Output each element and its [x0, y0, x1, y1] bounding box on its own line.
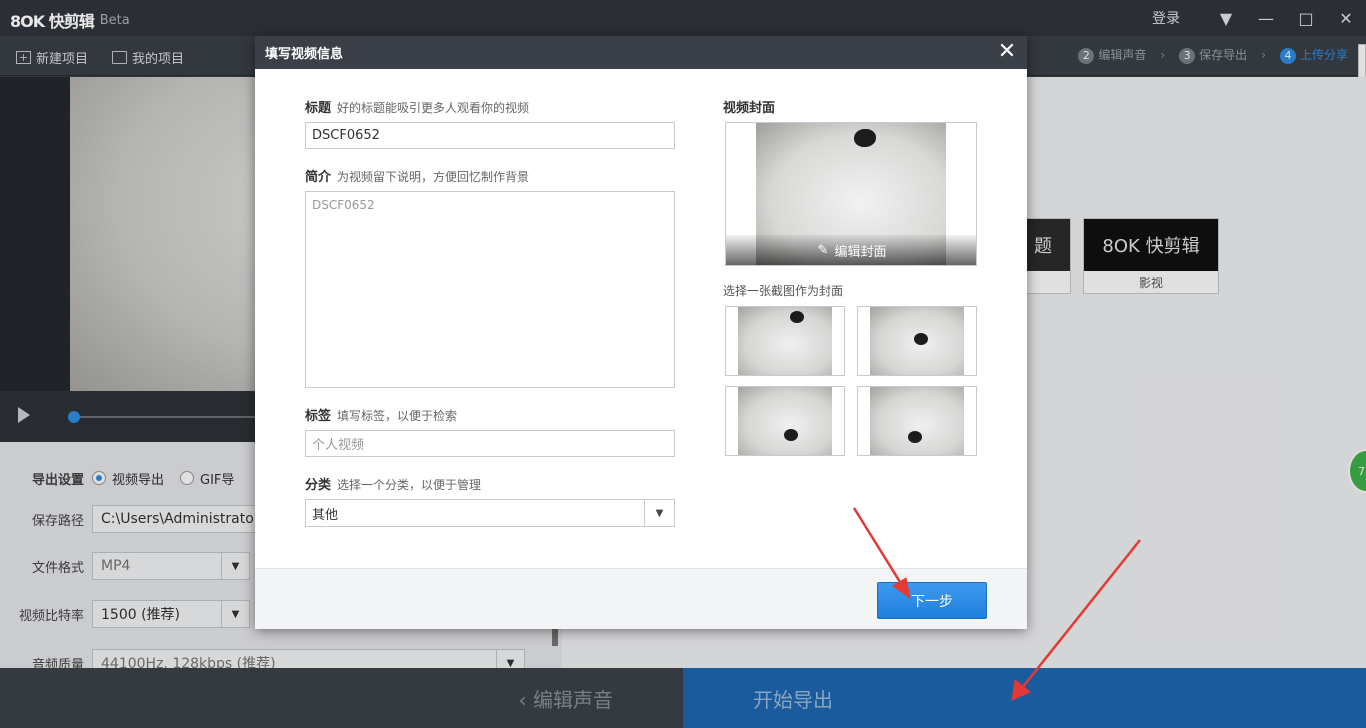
cover-candidate[interactable] — [857, 386, 977, 456]
cover-candidate[interactable] — [725, 386, 845, 456]
cover-candidate-image — [870, 307, 964, 375]
beta-label: Beta — [99, 12, 130, 28]
close-icon[interactable]: ✕ — [997, 41, 1017, 63]
category-select[interactable]: 其他 ▼ — [305, 499, 675, 527]
cover-candidate-image — [738, 387, 832, 455]
minimize-icon[interactable]: — — [1246, 0, 1286, 36]
edit-cover-button[interactable]: ✎ 编辑封面 — [726, 235, 976, 265]
cover-candidate-image — [870, 387, 964, 455]
turtle-shape — [784, 429, 798, 441]
pick-cover-label: 选择一张截图作为封面 — [723, 284, 844, 298]
dialog-title: 填写视频信息 — [265, 47, 344, 62]
dialog-header: 填写视频信息 — [255, 36, 1027, 69]
title-field-label: 标题 好的标题能吸引更多人观看你的视频 — [305, 101, 530, 116]
title-bar: 8OK 快剪辑 Beta 登录 ▼ — □ ✕ — [0, 0, 1366, 36]
pencil-icon: ✎ — [817, 242, 829, 258]
turtle-shape — [854, 129, 876, 147]
tags-input[interactable]: 个人视频 — [305, 430, 675, 457]
intro-textarea[interactable]: DSCF0652 — [305, 191, 675, 388]
cover-title: 视频封面 — [723, 101, 776, 116]
app-logo-text: 8OK 快剪辑 — [10, 12, 95, 31]
next-button[interactable]: 下一步 — [877, 582, 987, 619]
turtle-shape — [914, 333, 928, 345]
turtle-shape — [908, 431, 922, 443]
cover-candidate[interactable] — [725, 306, 845, 376]
cover-candidate[interactable] — [857, 306, 977, 376]
maximize-icon[interactable]: □ — [1286, 0, 1326, 36]
intro-field-label: 简介 为视频留下说明，方便回忆制作背景 — [305, 170, 530, 185]
app-logo: 8OK 快剪辑 Beta — [10, 8, 130, 32]
login-link[interactable]: 登录 — [1152, 8, 1180, 28]
turtle-shape — [790, 311, 804, 323]
dialog-footer: 下一步 — [255, 568, 1027, 629]
video-info-dialog: 填写视频信息 ✕ 标题 好的标题能吸引更多人观看你的视频 DSCF0652 简介… — [255, 36, 1027, 629]
tags-field-label: 标签 填写标签，以便于检索 — [305, 409, 458, 424]
menu-dropdown-icon[interactable]: ▼ — [1206, 0, 1246, 36]
close-window-icon[interactable]: ✕ — [1326, 0, 1366, 36]
chevron-down-icon: ▼ — [644, 500, 674, 526]
title-input[interactable]: DSCF0652 — [305, 122, 675, 149]
category-field-label: 分类 选择一个分类，以便于管理 — [305, 478, 482, 493]
cover-preview[interactable]: ✎ 编辑封面 — [725, 122, 977, 266]
cover-candidate-image — [738, 307, 832, 375]
